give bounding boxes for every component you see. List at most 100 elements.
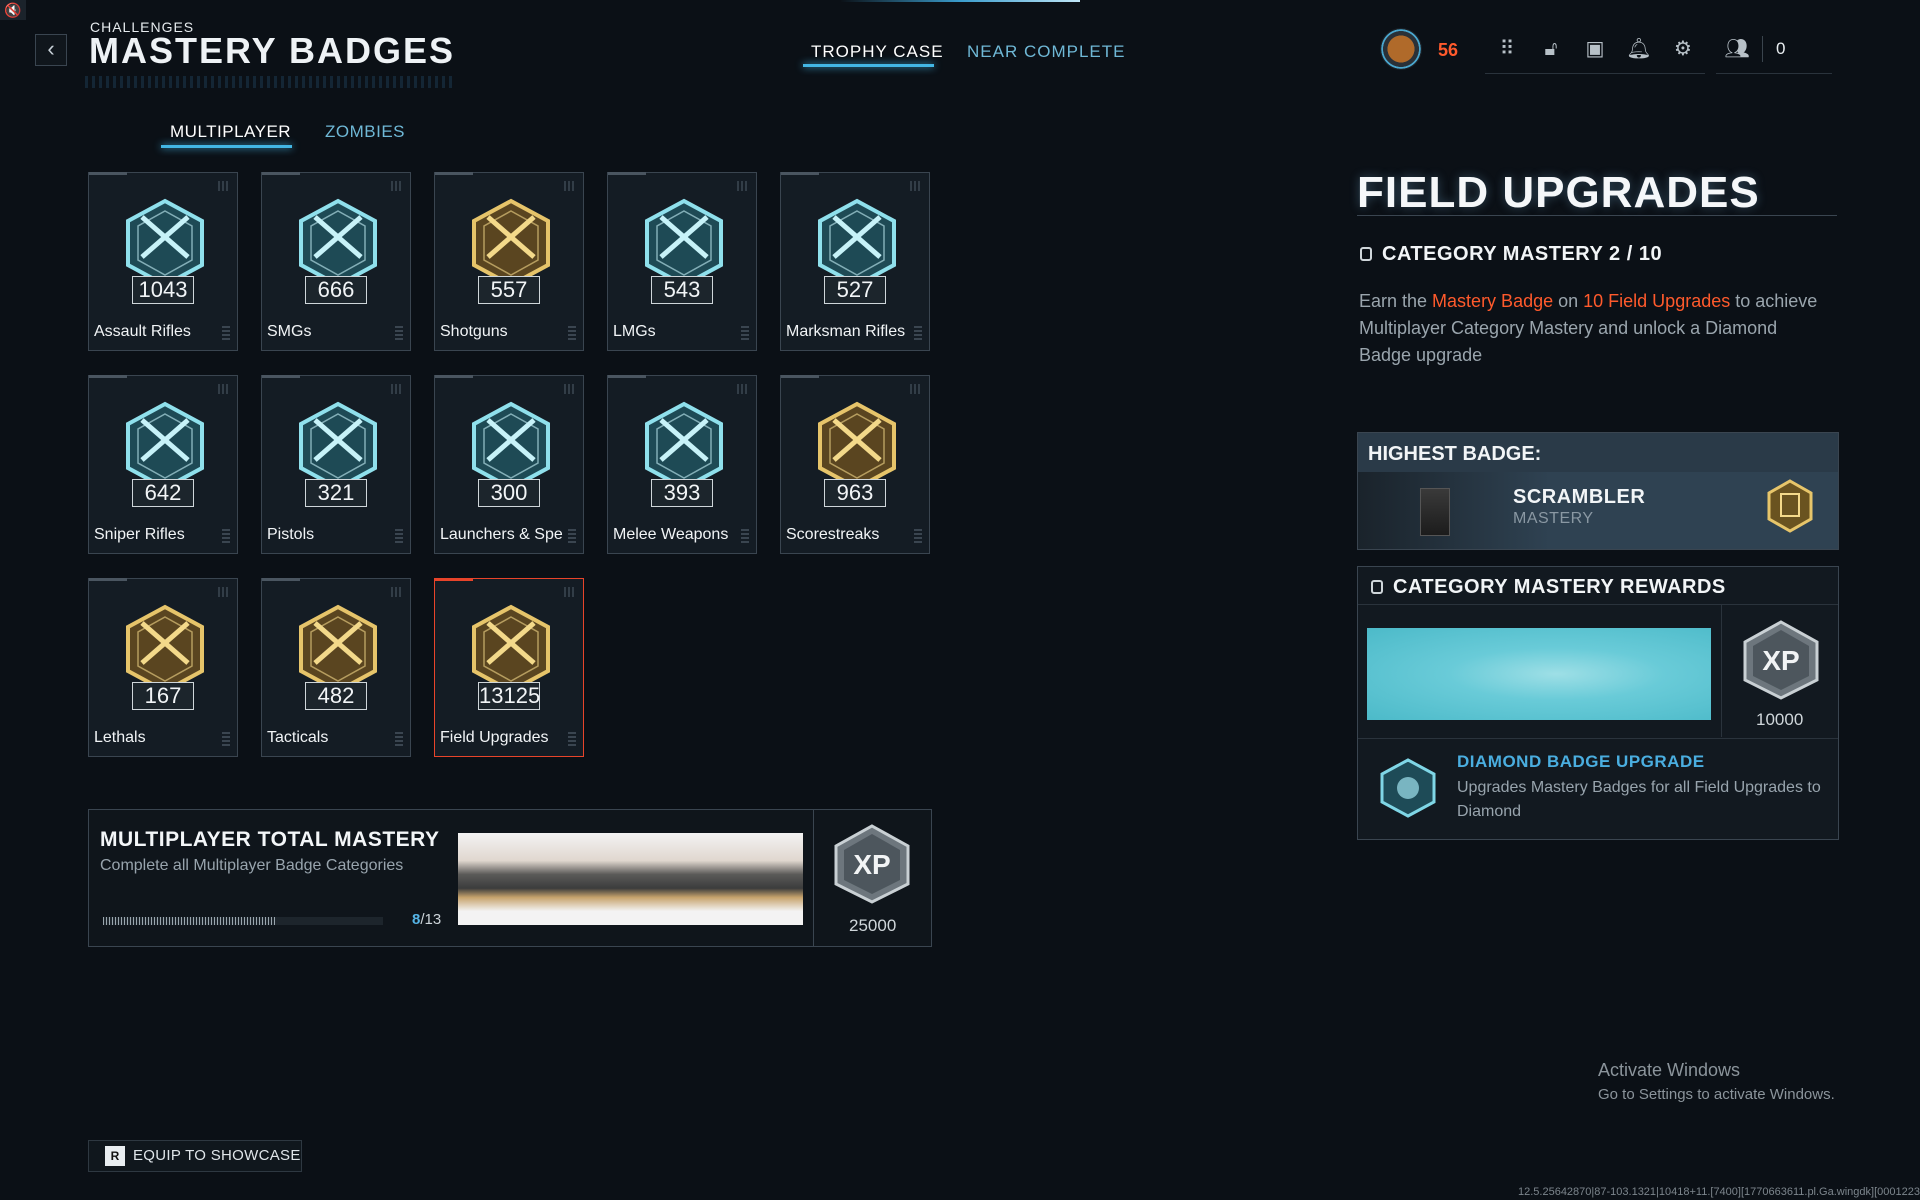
badge-card[interactable]: 13125 Field Upgrades <box>434 578 584 757</box>
top-accent-line <box>840 0 1080 2</box>
rewards-label-text: CATEGORY MASTERY REWARDS <box>1393 576 1726 598</box>
category-rewards-label: CATEGORY MASTERY REWARDS <box>1371 576 1726 599</box>
grip-icon <box>391 181 403 191</box>
card-corner <box>262 578 300 581</box>
badge-card[interactable]: 300 Launchers & Spe <box>434 375 584 554</box>
detail-title: FIELD UPGRADES <box>1357 168 1760 217</box>
rewards-hdivider <box>1358 738 1838 739</box>
grip-icon <box>391 384 403 394</box>
badge-count: 300 <box>478 479 540 507</box>
lock-icon <box>1371 580 1383 594</box>
card-corner <box>781 172 819 175</box>
signal-icon <box>395 326 403 340</box>
subtab-zombies[interactable]: ZOMBIES <box>325 122 405 142</box>
header-divider-right <box>1716 73 1832 74</box>
activate-windows-subtitle: Go to Settings to activate Windows. <box>1598 1086 1835 1103</box>
badge-card[interactable]: 393 Melee Weapons <box>607 375 757 554</box>
back-button[interactable]: ‹ <box>35 34 67 66</box>
reward-xp-icon: XP <box>1743 620 1819 700</box>
xp-badge-icon: XP <box>834 824 910 904</box>
badge-label: Lethals <box>94 729 146 746</box>
player-emblem-icon[interactable] <box>1380 28 1422 70</box>
badge-label: Marksman Rifles <box>786 323 906 340</box>
badge-label: Tacticals <box>267 729 329 746</box>
badge-card[interactable]: 482 Tacticals <box>261 578 411 757</box>
tab-trophy-case[interactable]: TROPHY CASE <box>811 42 944 62</box>
badge-count: 642 <box>132 479 194 507</box>
badge-label: Launchers & Spe <box>440 526 563 543</box>
badge-label: Sniper Rifles <box>94 526 185 543</box>
gear-icon[interactable]: ⚙ <box>1670 36 1696 62</box>
badge-count: 543 <box>651 276 713 304</box>
badge-label: LMGs <box>613 323 656 340</box>
signal-icon <box>395 732 403 746</box>
badge-card[interactable]: 321 Pistols <box>261 375 411 554</box>
grip-icon <box>564 384 576 394</box>
reward-calling-card[interactable] <box>1367 628 1711 720</box>
category-mastery-count: CATEGORY MASTERY 2 / 10 <box>1360 243 1662 266</box>
badge-card[interactable]: 642 Sniper Rifles <box>88 375 238 554</box>
signal-icon <box>222 326 230 340</box>
title-decoration <box>85 76 455 88</box>
currency-amount: 0 <box>1776 39 1786 58</box>
badge-count: 167 <box>132 682 194 710</box>
grip-icon <box>564 587 576 597</box>
scrambler-image <box>1420 488 1450 536</box>
total-mastery-title: MULTIPLAYER TOTAL MASTERY <box>100 828 440 851</box>
desc-text: on <box>1553 291 1584 311</box>
highest-badge-name: SCRAMBLER <box>1513 486 1646 508</box>
tab-near-complete[interactable]: NEAR COMPLETE <box>967 42 1125 62</box>
grip-icon <box>564 181 576 191</box>
card-corner <box>608 375 646 378</box>
badge-card[interactable]: 167 Lethals <box>88 578 238 757</box>
badge-label: SMGs <box>267 323 312 340</box>
grip-icon <box>391 587 403 597</box>
activate-windows-title: Activate Windows <box>1598 1060 1741 1080</box>
reward-xp-label: XP <box>1762 645 1799 676</box>
party-icon[interactable]: 👥︎ <box>1724 36 1750 62</box>
badge-count: 1043 <box>132 276 194 304</box>
card-corner <box>781 375 819 378</box>
signal-icon <box>741 529 749 543</box>
grip-icon <box>910 384 922 394</box>
grip-icon <box>910 181 922 191</box>
desc-highlight: Mastery Badge <box>1432 291 1554 311</box>
diamond-badge-icon <box>1380 758 1436 818</box>
badge-count: 557 <box>478 276 540 304</box>
badge-label: Scorestreaks <box>786 526 880 543</box>
card-corner <box>435 375 473 378</box>
speaker-muted-icon[interactable]: 🔇 <box>0 0 26 20</box>
xp-badge-label: XP <box>853 849 890 880</box>
badge-label: Assault Rifles <box>94 323 191 340</box>
badge-card[interactable]: 557 Shotguns <box>434 172 584 351</box>
camera-icon[interactable]: ▣ <box>1582 36 1608 62</box>
signal-icon <box>741 326 749 340</box>
grid-icon[interactable]: ⠿ <box>1494 36 1520 62</box>
total-mastery-description: Complete all Multiplayer Badge Categorie… <box>100 857 404 874</box>
card-corner <box>262 172 300 175</box>
mastery-reward-calling-card <box>458 833 803 925</box>
grip-icon <box>218 181 230 191</box>
signal-icon <box>568 326 576 340</box>
badge-count: 482 <box>305 682 367 710</box>
unlock-icon[interactable]: 🔓︎ <box>1538 36 1564 62</box>
desc-highlight: 10 Field Upgrades <box>1583 291 1731 311</box>
grip-icon <box>218 384 230 394</box>
badge-label: Field Upgrades <box>440 729 549 746</box>
card-corner <box>435 578 473 581</box>
grip-icon <box>737 384 749 394</box>
subtab-multiplayer[interactable]: MULTIPLAYER <box>170 122 291 142</box>
badge-card[interactable]: 527 Marksman Rifles <box>780 172 930 351</box>
badge-count: 393 <box>651 479 713 507</box>
badge-card[interactable]: 963 Scorestreaks <box>780 375 930 554</box>
badge-count: 527 <box>824 276 886 304</box>
badge-card[interactable]: 543 LMGs <box>607 172 757 351</box>
bell-icon[interactable]: 🔔︎ <box>1626 36 1652 62</box>
total-divider <box>813 810 814 946</box>
progress-count: 8/13 <box>412 911 441 928</box>
category-mastery-label: CATEGORY MASTERY 2 / 10 <box>1382 243 1663 265</box>
badge-card[interactable]: 666 SMGs <box>261 172 411 351</box>
diamond-upgrade-description: Upgrades Mastery Badges for all Field Up… <box>1457 779 1821 820</box>
badge-card[interactable]: 1043 Assault Rifles <box>88 172 238 351</box>
signal-icon <box>568 529 576 543</box>
